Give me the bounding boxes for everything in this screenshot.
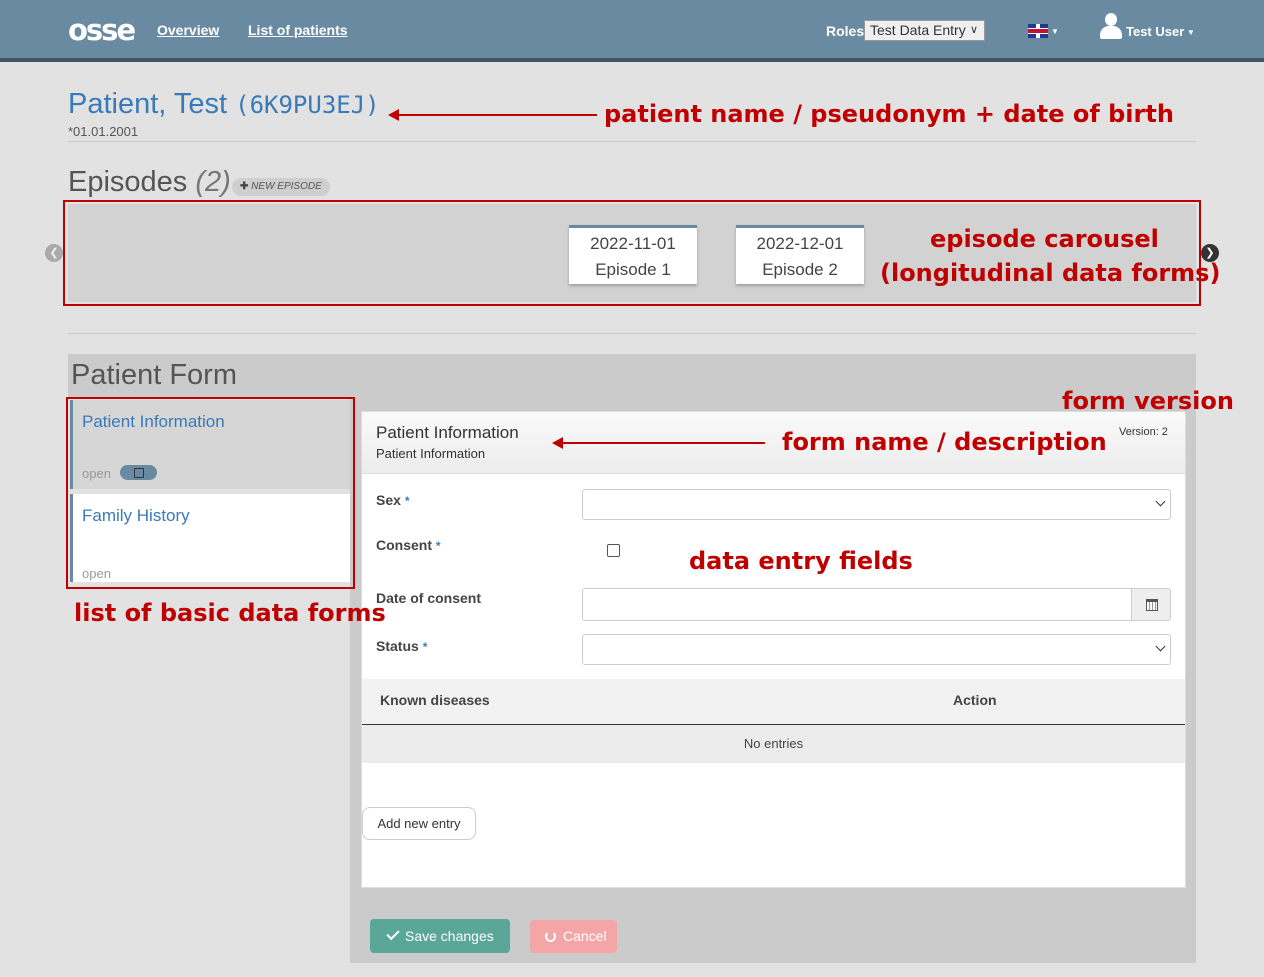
form-name: Patient Information bbox=[376, 423, 519, 442]
annotation-patient-header: patient name / pseudonym + date of birth bbox=[604, 100, 1174, 128]
save-label: Save changes bbox=[405, 928, 494, 944]
check-icon bbox=[386, 926, 400, 941]
undo-icon bbox=[545, 931, 556, 942]
form-version: Version: 2 bbox=[1119, 426, 1168, 438]
annotation-form-version: form version bbox=[1062, 387, 1234, 415]
nav-link-overview[interactable]: Overview bbox=[157, 22, 219, 38]
annotation-carousel-line1: episode carousel bbox=[930, 225, 1159, 253]
cancel-button[interactable]: Cancel bbox=[530, 920, 617, 953]
annotation-form-list: list of basic data forms bbox=[74, 599, 386, 627]
osse-logo[interactable]: osse bbox=[68, 14, 136, 46]
calendar-icon bbox=[1146, 599, 1158, 611]
patient-date-of-birth: *01.01.2001 bbox=[68, 124, 139, 139]
save-changes-button[interactable]: Save changes bbox=[370, 919, 510, 953]
date-picker-button[interactable] bbox=[1131, 588, 1171, 621]
annotation-carousel-line2: (longitudinal data forms) bbox=[880, 259, 1221, 287]
patient-form-title: Patient Form bbox=[71, 359, 237, 391]
roles-label: Roles bbox=[826, 23, 865, 39]
roles-selected-value: Test Data Entry bbox=[870, 22, 966, 38]
navbar: osse Overview List of patients Roles Tes… bbox=[0, 0, 1264, 62]
form-description: Patient Information bbox=[376, 446, 486, 461]
patient-pseudonym: (6K9PU3EJ) bbox=[235, 91, 380, 119]
required-marker: * bbox=[404, 494, 410, 508]
date-of-consent-input[interactable] bbox=[582, 588, 1132, 621]
required-marker: * bbox=[422, 640, 428, 654]
field-label-text: Sex bbox=[376, 492, 401, 508]
known-diseases-table-header: Known diseases Action bbox=[362, 679, 1185, 725]
required-marker: * bbox=[435, 539, 441, 553]
episodes-title: Episodes bbox=[68, 166, 188, 198]
form-card: Patient Information Patient Information … bbox=[361, 411, 1186, 888]
new-episode-button[interactable]: ✚ NEW EPISODE bbox=[232, 178, 330, 196]
annotation-data-fields: data entry fields bbox=[689, 547, 913, 575]
annotation-form-name: form name / description bbox=[782, 428, 1107, 456]
caret-down-icon[interactable]: ▼ bbox=[1187, 28, 1195, 37]
chevron-down-icon: ∨ bbox=[969, 24, 978, 36]
nav-link-list-of-patients[interactable]: List of patients bbox=[248, 22, 348, 38]
roles-select[interactable]: Test Data Entry ∨ bbox=[864, 20, 985, 41]
new-episode-label: NEW EPISODE bbox=[251, 181, 322, 192]
chevron-down-icon bbox=[1155, 496, 1166, 507]
patient-name: Patient, Test (6K9PU3EJ) bbox=[68, 88, 380, 121]
chevron-down-icon bbox=[1155, 641, 1166, 652]
consent-checkbox[interactable] bbox=[607, 544, 620, 557]
patient-name-text: Patient, Test bbox=[68, 88, 228, 120]
field-label-text: Date of consent bbox=[376, 590, 482, 606]
caret-down-icon[interactable]: ▼ bbox=[1051, 27, 1059, 36]
add-new-entry-button[interactable]: Add new entry bbox=[362, 807, 476, 840]
plus-icon: ✚ bbox=[240, 181, 249, 192]
annotation-arrow bbox=[388, 109, 597, 121]
field-label-text: Consent bbox=[376, 537, 432, 553]
cancel-label: Cancel bbox=[563, 928, 607, 944]
date-of-consent-label: Date of consent bbox=[376, 590, 481, 606]
column-header-known-diseases: Known diseases bbox=[380, 692, 490, 708]
status-select[interactable] bbox=[582, 634, 1171, 665]
user-icon[interactable] bbox=[1100, 13, 1122, 39]
patient-form-panel bbox=[68, 354, 1196, 398]
sex-select[interactable] bbox=[582, 489, 1171, 520]
episodes-heading: Episodes (2) bbox=[68, 166, 231, 199]
divider bbox=[68, 141, 1196, 142]
carousel-prev-icon[interactable]: ❮ bbox=[45, 244, 63, 262]
column-header-action: Action bbox=[953, 692, 997, 708]
status-label: Status * bbox=[376, 638, 427, 654]
uk-flag-icon[interactable] bbox=[1028, 24, 1048, 38]
sex-label: Sex * bbox=[376, 492, 409, 508]
consent-label: Consent * bbox=[376, 537, 441, 553]
annotation-box-form-list bbox=[66, 397, 355, 589]
annotation-arrow bbox=[552, 437, 765, 449]
table-empty-row: No entries bbox=[362, 725, 1185, 763]
episodes-count: (2) bbox=[195, 166, 231, 198]
user-menu-name[interactable]: Test User bbox=[1126, 24, 1184, 39]
divider bbox=[68, 333, 1196, 334]
field-label-text: Status bbox=[376, 638, 419, 654]
